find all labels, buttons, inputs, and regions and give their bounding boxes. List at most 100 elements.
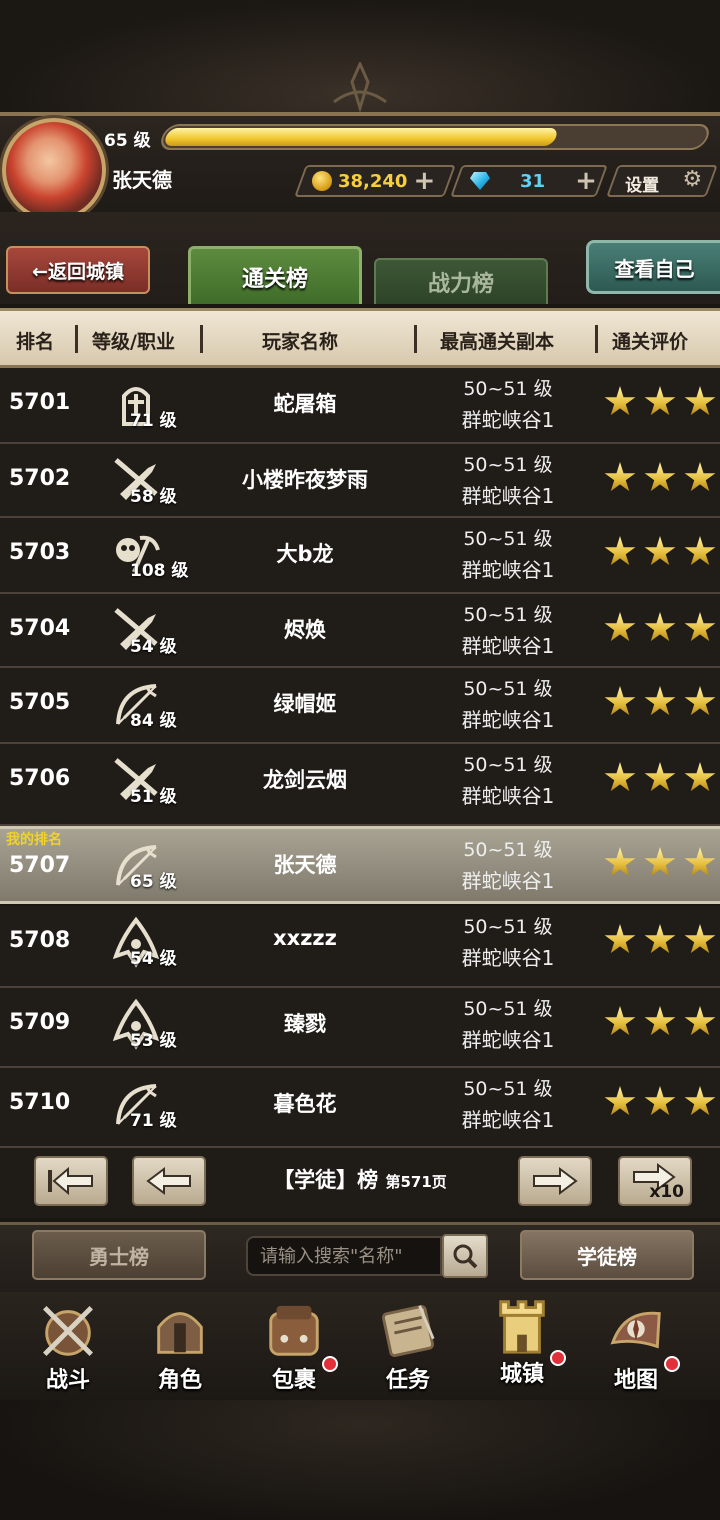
star-icon xyxy=(644,847,676,877)
col-level-job: 等级/职业 xyxy=(92,331,175,353)
player-name: xxzzz xyxy=(273,926,337,950)
ranking-row[interactable]: 5701 71 级 蛇屠箱 50~51 级群蛇峡谷1 xyxy=(0,368,720,444)
ranking-row[interactable]: 5704 54 级 烬焕 50~51 级群蛇峡谷1 xyxy=(0,594,720,668)
my-rank-label: 我的排名 xyxy=(6,832,62,848)
prev-page-button[interactable] xyxy=(132,1156,206,1206)
star-icon xyxy=(684,1006,716,1036)
gold-amount: 38,240 xyxy=(338,170,408,192)
star-icon xyxy=(644,1086,676,1116)
stage-level: 50~51 级 xyxy=(463,1078,553,1100)
star-rating xyxy=(604,924,716,960)
star-icon xyxy=(644,386,676,416)
search-icon xyxy=(453,1244,478,1269)
apprentice-board-button[interactable]: 学徒榜 xyxy=(520,1230,694,1280)
ranking-row[interactable]: 5708 54 级 xxzzz 50~51 级群蛇峡谷1 xyxy=(0,906,720,988)
nav-item-battle-shield[interactable]: 战斗 xyxy=(18,1296,118,1396)
search-button[interactable] xyxy=(442,1234,488,1278)
warrior-board-button[interactable]: 勇士榜 xyxy=(32,1230,206,1280)
star-icon xyxy=(684,386,716,416)
stage-name: 群蛇峡谷1 xyxy=(461,784,555,808)
star-icon xyxy=(684,536,716,566)
xp-fill xyxy=(162,128,560,146)
xp-bar xyxy=(157,124,713,150)
star-rating xyxy=(604,386,716,422)
star-rating xyxy=(604,462,716,498)
stage-name: 群蛇峡谷1 xyxy=(461,484,555,508)
helmet-icon xyxy=(157,1312,203,1354)
star-icon xyxy=(604,686,636,716)
stage-name: 群蛇峡谷1 xyxy=(461,946,555,970)
col-best-stage: 最高通关副本 xyxy=(440,331,555,353)
search-input[interactable] xyxy=(246,1236,442,1276)
ranking-row[interactable]: 5702 58 级 小楼昨夜梦雨 50~51 级群蛇峡谷1 xyxy=(0,444,720,518)
notification-dot xyxy=(550,1350,566,1366)
stage-level: 50~51 级 xyxy=(463,839,553,861)
rank-number: 5702 xyxy=(9,466,71,491)
player-level: 108 级 xyxy=(130,561,189,581)
nav-item-map-compass[interactable]: 地图 xyxy=(586,1296,686,1396)
nav-item-scroll[interactable]: 任务 xyxy=(358,1296,458,1396)
star-icon xyxy=(604,612,636,642)
rank-number: 5709 xyxy=(9,1010,71,1035)
player-avatar[interactable] xyxy=(2,118,106,222)
notification-dot xyxy=(322,1356,338,1372)
star-icon xyxy=(644,686,676,716)
nav-item-bag[interactable]: 包裹 xyxy=(244,1296,344,1396)
rank-number: 5701 xyxy=(9,390,71,415)
ranking-row[interactable]: 5710 71 级 暮色花 50~51 级群蛇峡谷1 xyxy=(0,1068,720,1148)
player-level: 53 级 xyxy=(130,1031,177,1051)
player-name: 烬焕 xyxy=(284,618,326,642)
stage-level: 50~51 级 xyxy=(463,754,553,776)
settings-button[interactable]: 设置 ⚙ xyxy=(606,165,718,197)
ranking-row[interactable]: 5705 84 级 绿帽姬 50~51 级群蛇峡谷1 xyxy=(0,668,720,744)
next-arrow-icon xyxy=(533,1167,578,1195)
next-page-button[interactable] xyxy=(518,1156,592,1206)
stage-level: 50~51 级 xyxy=(463,678,553,700)
my-ranking-row[interactable]: 我的排名 5707 65 级 张天德 50~51 级群蛇峡谷1 xyxy=(0,826,720,904)
page-number: 第571页 xyxy=(385,1173,447,1191)
add-gold-button[interactable]: + xyxy=(413,166,435,196)
stage-name: 群蛇峡谷1 xyxy=(461,634,555,658)
tab-clear-ranking[interactable]: 通关榜 xyxy=(188,246,362,304)
star-rating xyxy=(604,762,716,798)
castle-tower-icon xyxy=(499,1300,545,1354)
player-name: 绿帽姬 xyxy=(273,692,337,716)
star-rating xyxy=(604,1006,716,1042)
star-icon xyxy=(644,612,676,642)
first-page-icon xyxy=(48,1166,93,1196)
rank-number: 5704 xyxy=(9,616,71,641)
stage-level: 50~51 级 xyxy=(463,916,553,938)
stage-level: 50~51 级 xyxy=(463,378,553,400)
bag-icon xyxy=(269,1305,319,1356)
stage-level: 50~51 级 xyxy=(463,604,553,626)
stage-name: 群蛇峡谷1 xyxy=(461,408,555,432)
stage-name: 群蛇峡谷1 xyxy=(461,1028,555,1052)
add-gem-button[interactable]: + xyxy=(575,166,597,196)
star-rating xyxy=(604,612,716,648)
player-name: 张天德 xyxy=(112,168,172,192)
player-name: 暮色花 xyxy=(273,1092,337,1116)
nav-item-helmet[interactable]: 角色 xyxy=(130,1296,230,1396)
stage-name: 群蛇峡谷1 xyxy=(461,869,555,893)
player-level: 65 级 xyxy=(104,131,151,151)
star-icon xyxy=(604,762,636,792)
x10-label: x10 xyxy=(649,1182,684,1202)
next-10-pages-button[interactable]: x10 xyxy=(618,1156,692,1206)
col-divider xyxy=(75,325,78,353)
back-to-town-button[interactable]: ←返回城镇 xyxy=(6,246,150,294)
nav-item-castle-tower[interactable]: 城镇 xyxy=(472,1290,572,1390)
star-rating xyxy=(604,847,716,883)
scroll-icon xyxy=(381,1304,435,1358)
ranking-row[interactable]: 5706 51 级 龙剑云烟 50~51 级群蛇峡谷1 xyxy=(0,744,720,826)
star-icon xyxy=(604,462,636,492)
ranking-row[interactable]: 5703 108 级 大b龙 50~51 级群蛇峡谷1 xyxy=(0,518,720,594)
star-icon xyxy=(604,924,636,954)
tab-power-ranking[interactable]: 战力榜 xyxy=(374,258,548,304)
gold-coin-icon xyxy=(312,171,332,191)
first-page-button[interactable] xyxy=(34,1156,108,1206)
star-icon xyxy=(684,462,716,492)
battle-shield-icon xyxy=(43,1306,93,1356)
ranking-row[interactable]: 5709 53 级 臻戮 50~51 级群蛇峡谷1 xyxy=(0,988,720,1068)
view-self-button[interactable]: 查看自己 xyxy=(586,240,720,294)
rank-number: 5705 xyxy=(9,690,71,715)
